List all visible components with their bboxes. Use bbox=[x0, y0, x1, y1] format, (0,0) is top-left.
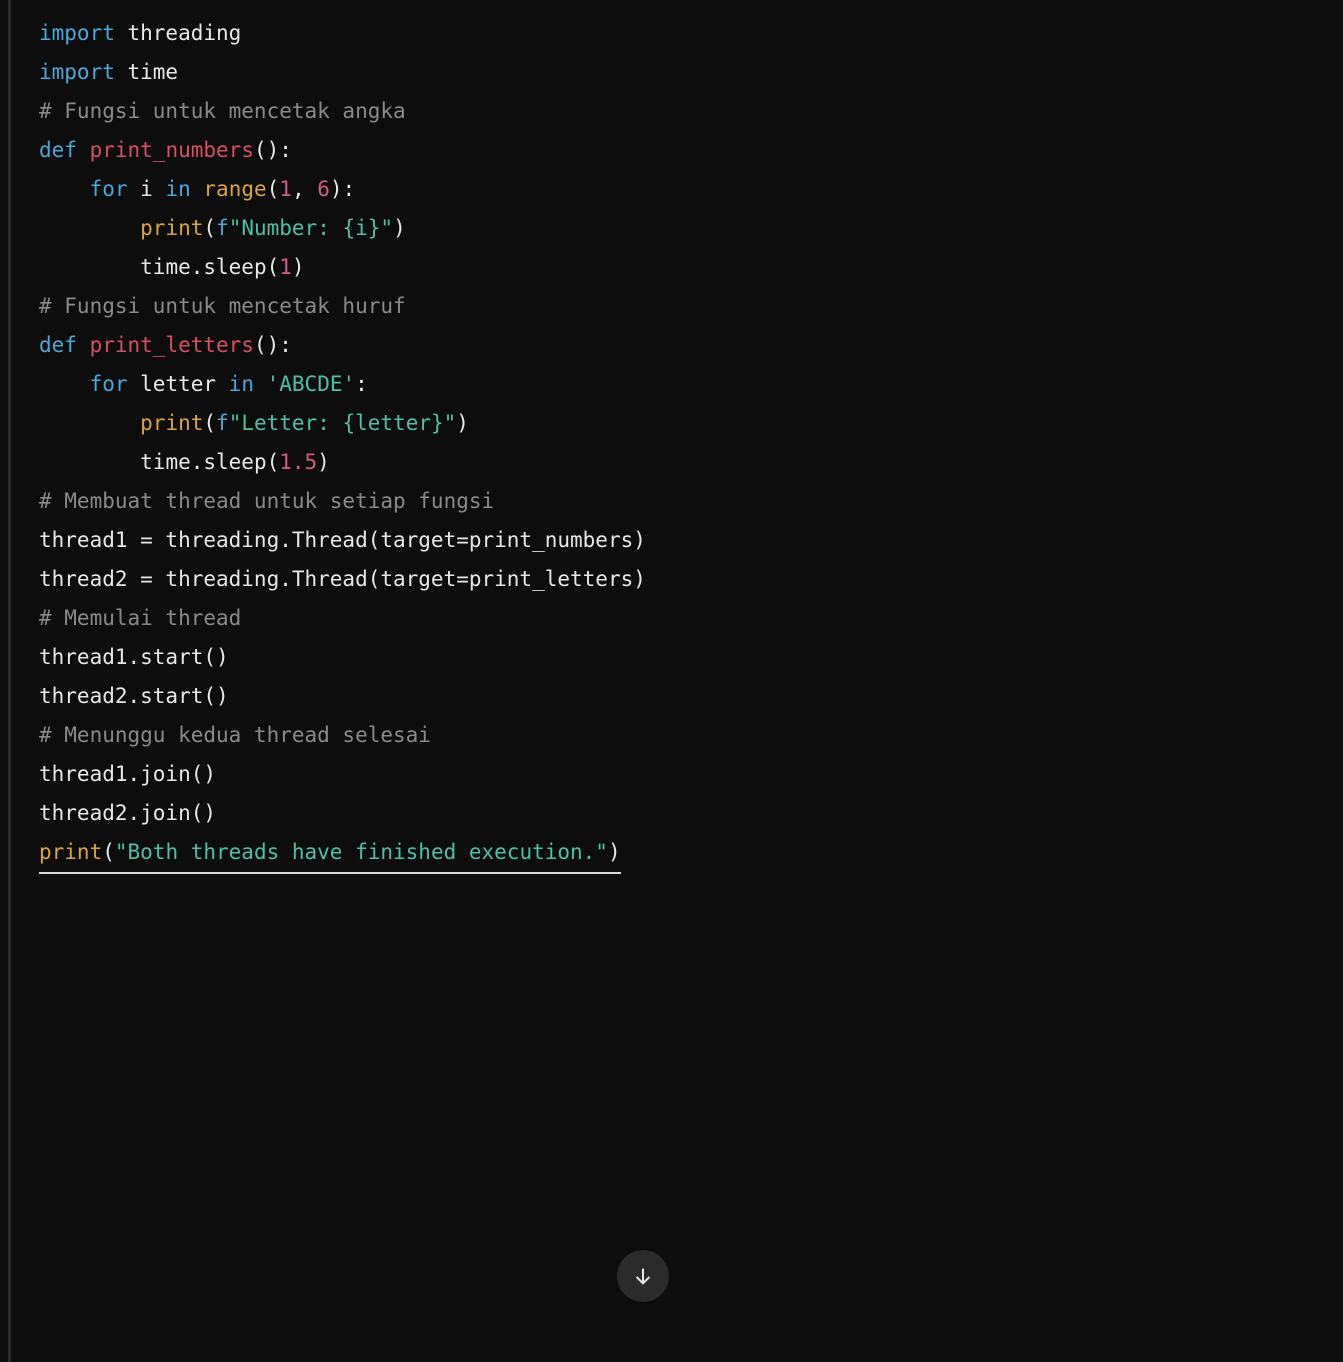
indent bbox=[39, 372, 90, 396]
keyword-def: def bbox=[39, 333, 77, 357]
paren-close: ) bbox=[456, 411, 469, 435]
indent bbox=[39, 411, 140, 435]
statement: thread1.start() bbox=[39, 645, 229, 669]
paren-open: ( bbox=[203, 216, 216, 240]
code-line: # Fungsi untuk mencetak angka bbox=[11, 92, 1343, 131]
keyword-import: import bbox=[39, 21, 115, 45]
code-line: # Fungsi untuk mencetak huruf bbox=[11, 287, 1343, 326]
scroll-down-button[interactable] bbox=[617, 1250, 669, 1302]
keyword-in: in bbox=[229, 372, 254, 396]
paren-close: ) bbox=[292, 255, 305, 279]
comment: # Menunggu kedua thread selesai bbox=[39, 723, 431, 747]
comment: # Fungsi untuk mencetak huruf bbox=[39, 294, 406, 318]
arrow-down-icon bbox=[632, 1265, 654, 1287]
paren-open: ( bbox=[102, 840, 115, 864]
punctuation: (): bbox=[254, 138, 292, 162]
code-line: # Memulai thread bbox=[11, 599, 1343, 638]
builtin-print: print bbox=[140, 216, 203, 240]
code-line: def print_numbers(): bbox=[11, 131, 1343, 170]
code-line: time.sleep(1.5) bbox=[11, 443, 1343, 482]
module-name: threading bbox=[115, 21, 241, 45]
space bbox=[77, 333, 90, 357]
code-line: print("Both threads have finished execut… bbox=[11, 833, 1343, 874]
keyword-def: def bbox=[39, 138, 77, 162]
code-line: import threading bbox=[11, 14, 1343, 53]
code-block: import threading import time # Fungsi un… bbox=[8, 0, 1343, 1362]
paren-close: ) bbox=[393, 216, 406, 240]
code-line: print(f"Letter: {letter}") bbox=[11, 404, 1343, 443]
paren-close: ): bbox=[330, 177, 355, 201]
space bbox=[254, 372, 267, 396]
function-name: print_numbers bbox=[90, 138, 254, 162]
paren-close: ) bbox=[608, 840, 621, 864]
keyword-for: for bbox=[90, 372, 128, 396]
number: 1 bbox=[279, 177, 292, 201]
statement: thread2.start() bbox=[39, 684, 229, 708]
colon: : bbox=[355, 372, 368, 396]
code-line: thread2 = threading.Thread(target=print_… bbox=[11, 560, 1343, 599]
keyword-for: for bbox=[90, 177, 128, 201]
statement: thread1 = threading.Thread(target=print_… bbox=[39, 528, 646, 552]
number: 6 bbox=[317, 177, 330, 201]
code-line: for i in range(1, 6): bbox=[11, 170, 1343, 209]
code-line: thread1.start() bbox=[11, 638, 1343, 677]
fstring-prefix: f bbox=[216, 411, 229, 435]
space bbox=[191, 177, 204, 201]
var: i bbox=[128, 177, 166, 201]
paren-open: ( bbox=[203, 411, 216, 435]
code-line: print(f"Number: {i}") bbox=[11, 209, 1343, 248]
keyword-in: in bbox=[165, 177, 190, 201]
string: 'ABCDE' bbox=[267, 372, 356, 396]
paren-close: ) bbox=[317, 450, 330, 474]
builtin-print: print bbox=[39, 840, 102, 864]
indent bbox=[39, 216, 140, 240]
code-line: import time bbox=[11, 53, 1343, 92]
var: letter bbox=[128, 372, 229, 396]
code-line: for letter in 'ABCDE': bbox=[11, 365, 1343, 404]
builtin-range: range bbox=[203, 177, 266, 201]
comment: # Memulai thread bbox=[39, 606, 241, 630]
code-line: # Menunggu kedua thread selesai bbox=[11, 716, 1343, 755]
indent bbox=[39, 255, 140, 279]
code-line: def print_letters(): bbox=[11, 326, 1343, 365]
builtin-print: print bbox=[140, 411, 203, 435]
string: "Letter: {letter}" bbox=[229, 411, 457, 435]
number: 1.5 bbox=[279, 450, 317, 474]
fstring-prefix: f bbox=[216, 216, 229, 240]
code-line: # Membuat thread untuk setiap fungsi bbox=[11, 482, 1343, 521]
code-line: thread2.join() bbox=[11, 794, 1343, 833]
code-line: thread2.start() bbox=[11, 677, 1343, 716]
statement: thread2.join() bbox=[39, 801, 216, 825]
statement: thread2 = threading.Thread(target=print_… bbox=[39, 567, 646, 591]
string: "Number: {i}" bbox=[229, 216, 393, 240]
code-line: time.sleep(1) bbox=[11, 248, 1343, 287]
punctuation: (): bbox=[254, 333, 292, 357]
code-line: thread1.join() bbox=[11, 755, 1343, 794]
comma: , bbox=[292, 177, 317, 201]
keyword-import: import bbox=[39, 60, 115, 84]
statement: thread1.join() bbox=[39, 762, 216, 786]
number: 1 bbox=[279, 255, 292, 279]
function-name: print_letters bbox=[90, 333, 254, 357]
indent bbox=[39, 177, 90, 201]
call-time-sleep: time.sleep( bbox=[140, 450, 279, 474]
space bbox=[77, 138, 90, 162]
comment: # Membuat thread untuk setiap fungsi bbox=[39, 489, 494, 513]
indent bbox=[39, 450, 140, 474]
string: "Both threads have finished execution." bbox=[115, 840, 608, 864]
paren-open: ( bbox=[267, 177, 280, 201]
module-name: time bbox=[115, 60, 178, 84]
call-time-sleep: time.sleep( bbox=[140, 255, 279, 279]
comment: # Fungsi untuk mencetak angka bbox=[39, 99, 406, 123]
code-line: thread1 = threading.Thread(target=print_… bbox=[11, 521, 1343, 560]
